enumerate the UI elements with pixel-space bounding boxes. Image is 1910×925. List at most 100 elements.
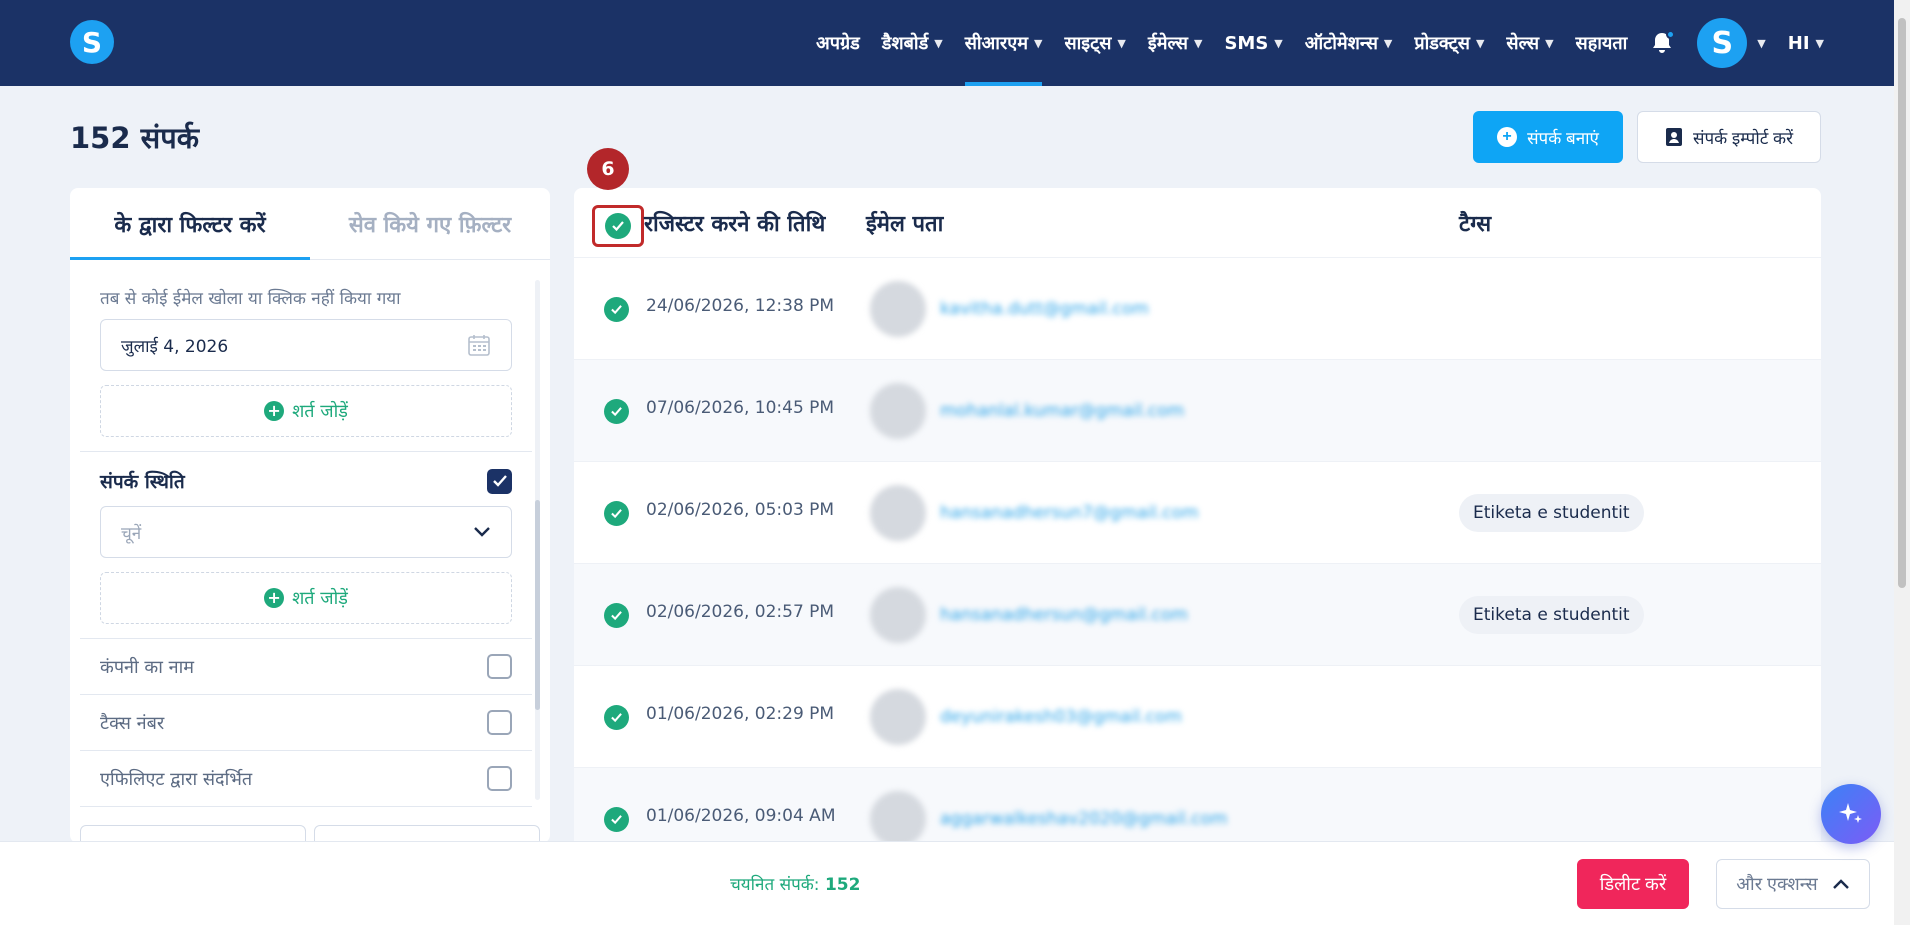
chevron-down-icon: ▼ xyxy=(1274,36,1283,50)
language-label: HI xyxy=(1787,32,1810,54)
nav-label: सेल्स xyxy=(1506,33,1540,54)
select-placeholder: चूनें xyxy=(121,523,142,544)
nav-label: SMS xyxy=(1224,32,1269,54)
row-email[interactable]: kavitha.dutt@gmail.com xyxy=(864,258,1232,360)
checkbox[interactable] xyxy=(487,654,512,679)
contact-status-select[interactable]: चूनें xyxy=(100,506,512,558)
page-title: 152 संपर्क xyxy=(70,121,199,155)
tag-badge[interactable]: Etiketa e studentit xyxy=(1459,596,1644,634)
row-checkbox[interactable] xyxy=(604,807,629,832)
nav-item-automations[interactable]: ऑटोमेशन्स ▼ xyxy=(1305,0,1393,86)
select-all-checkbox[interactable] xyxy=(592,205,644,247)
add-condition-button[interactable]: + शर्त जोड़ें xyxy=(100,385,512,437)
avatar xyxy=(870,383,926,439)
table-row[interactable]: 07/06/2026, 10:45 PM mohanlal.kumar@gmai… xyxy=(574,360,1821,462)
nav-label: ईमेल्स xyxy=(1147,33,1188,54)
plus-circle-icon: + xyxy=(1497,127,1518,147)
nav-item-sales[interactable]: सेल्स ▼ xyxy=(1506,0,1553,86)
language-selector[interactable]: HI ▼ xyxy=(1788,0,1824,86)
divider xyxy=(80,451,532,452)
selected-count: 152 xyxy=(824,875,861,895)
sparkle-icon xyxy=(1839,803,1862,823)
user-menu[interactable]: S ▼ xyxy=(1697,0,1766,86)
nav-menu: अपग्रेड डैशबोर्ड ▼ सीआरएम ▼ साइट्स ▼ ईमेल्स… xyxy=(816,0,1824,86)
calendar-icon xyxy=(468,335,490,356)
filter-affiliate[interactable]: एफिलिएट द्वारा संदर्भित xyxy=(80,751,532,807)
add-condition-label: शर्त जोड़ें xyxy=(292,401,348,422)
row-date: 02/06/2026, 02:57 PM xyxy=(646,602,835,622)
row-checkbox[interactable] xyxy=(604,705,629,730)
nav-item-products[interactable]: प्रोडक्ट्स ▼ xyxy=(1414,0,1484,86)
checkbox[interactable] xyxy=(487,710,512,735)
row-checkbox[interactable] xyxy=(604,297,629,322)
tag-badge[interactable]: Etiketa e studentit xyxy=(1459,494,1644,532)
nav-item-sites[interactable]: साइट्स ▼ xyxy=(1064,0,1125,86)
nav-item-help[interactable]: सहायता xyxy=(1576,0,1628,86)
row-date: 01/06/2026, 09:04 AM xyxy=(646,806,836,826)
create-contact-button[interactable]: + संपर्क बनाएं xyxy=(1473,111,1623,163)
chevron-down-icon: ▼ xyxy=(1193,36,1203,50)
notifications-button[interactable] xyxy=(1649,0,1676,86)
contact-status-checkbox[interactable] xyxy=(487,468,512,494)
page-scrollbar[interactable] xyxy=(1894,0,1910,925)
nav-label: डैशबोर्ड xyxy=(881,33,929,54)
tab-saved-filters[interactable]: सेव किये गए फ़िल्टर xyxy=(310,188,550,259)
filter-tax-number[interactable]: टैक्स नंबर xyxy=(80,695,532,751)
table-row[interactable]: 01/06/2026, 02:29 PM deyunirakesh03@gmai… xyxy=(574,666,1821,768)
add-condition-button-2[interactable]: + शर्त जोड़ें xyxy=(100,572,512,624)
row-date: 02/06/2026, 05:03 PM xyxy=(646,500,835,520)
row-email[interactable]: hansanadhersun@gmail.com xyxy=(864,564,1232,666)
avatar xyxy=(870,689,926,745)
filter-body: तब से कोई ईमेल खोला या क्लिक नहीं किया ग… xyxy=(70,286,550,807)
column-header-email[interactable]: ईमेल पता xyxy=(866,188,943,258)
column-header-date[interactable]: रजिस्टर करने की तिथि xyxy=(644,188,825,258)
avatar xyxy=(870,281,926,337)
more-actions-button[interactable]: और एक्शन्स xyxy=(1716,859,1870,909)
nav-item-dashboard[interactable]: डैशबोर्ड ▼ xyxy=(882,0,943,86)
table-body: 24/06/2026, 12:38 PM kavitha.dutt@gmail.… xyxy=(574,258,1821,870)
chevron-down-icon: ▼ xyxy=(1757,36,1766,50)
tab-filter-by[interactable]: के द्वारा फिल्टर करें xyxy=(70,188,310,260)
nav-item-crm[interactable]: सीआरएम ▼ xyxy=(964,0,1042,86)
nav-item-upgrade[interactable]: अपग्रेड xyxy=(816,0,860,86)
row-email[interactable]: hansanadhersun7@gmail.com xyxy=(864,462,1232,564)
plus-circle-icon: + xyxy=(264,588,285,608)
filter-panel: के द्वारा फिल्टर करें सेव किये गए फ़िल्ट… xyxy=(70,188,550,843)
row-checkbox[interactable] xyxy=(604,501,629,526)
selected-label: चयनित संपर्क: xyxy=(730,875,820,895)
row-email[interactable]: mohanlal.kumar@gmail.com xyxy=(864,360,1232,462)
chevron-down-icon: ▼ xyxy=(934,36,943,50)
checkbox[interactable] xyxy=(487,766,512,791)
email-text: deyunirakesh03@gmail.com xyxy=(940,707,1182,727)
delete-button[interactable]: डिलीट करें xyxy=(1577,859,1689,909)
chevron-down-icon xyxy=(474,527,490,537)
contact-status-row: संपर्क स्थिति xyxy=(100,468,512,494)
import-contacts-button[interactable]: संपर्क इम्पोर्ट करें xyxy=(1637,111,1821,163)
column-header-tags[interactable]: टैग्स xyxy=(1459,188,1491,258)
chevron-down-icon: ▼ xyxy=(1383,36,1393,50)
chevron-down-icon: ▼ xyxy=(1475,36,1485,50)
row-email[interactable]: deyunirakesh03@gmail.com xyxy=(864,666,1232,768)
row-date: 07/06/2026, 10:45 PM xyxy=(646,398,835,418)
table-row[interactable]: 02/06/2026, 05:03 PM hansanadhersun7@gma… xyxy=(574,462,1821,564)
scrollbar-thumb[interactable] xyxy=(1898,18,1906,588)
filter-label: टैक्स नंबर xyxy=(100,712,165,734)
avatar xyxy=(870,587,926,643)
nav-item-emails[interactable]: ईमेल्स ▼ xyxy=(1148,0,1203,86)
nav-label: सीआरएम xyxy=(964,33,1028,54)
top-navigation: S अपग्रेड डैशबोर्ड ▼ सीआरएम ▼ साइट्स ▼ ईमेल… xyxy=(0,0,1910,86)
email-text: hansanadhersun@gmail.com xyxy=(940,605,1188,625)
ai-assistant-button[interactable] xyxy=(1821,784,1881,844)
bulk-action-bar: चयनित संपर्क: 152 डिलीट करें और एक्शन्स xyxy=(0,841,1910,925)
table-row[interactable]: 24/06/2026, 12:38 PM kavitha.dutt@gmail.… xyxy=(574,258,1821,360)
chevron-down-icon: ▼ xyxy=(1815,36,1824,50)
row-checkbox[interactable] xyxy=(604,399,629,424)
date-field[interactable]: जुलाई 4, 2026 xyxy=(100,319,512,371)
nav-label: प्रोडक्ट्स xyxy=(1414,33,1470,54)
table-row[interactable]: 02/06/2026, 02:57 PM hansanadhersun@gmai… xyxy=(574,564,1821,666)
email-text: hansanadhersun7@gmail.com xyxy=(940,503,1199,523)
filter-company-name[interactable]: कंपनी का नाम xyxy=(80,639,532,695)
app-logo[interactable]: S xyxy=(70,20,114,64)
nav-item-sms[interactable]: SMS ▼ xyxy=(1224,0,1282,86)
row-checkbox[interactable] xyxy=(604,603,629,628)
